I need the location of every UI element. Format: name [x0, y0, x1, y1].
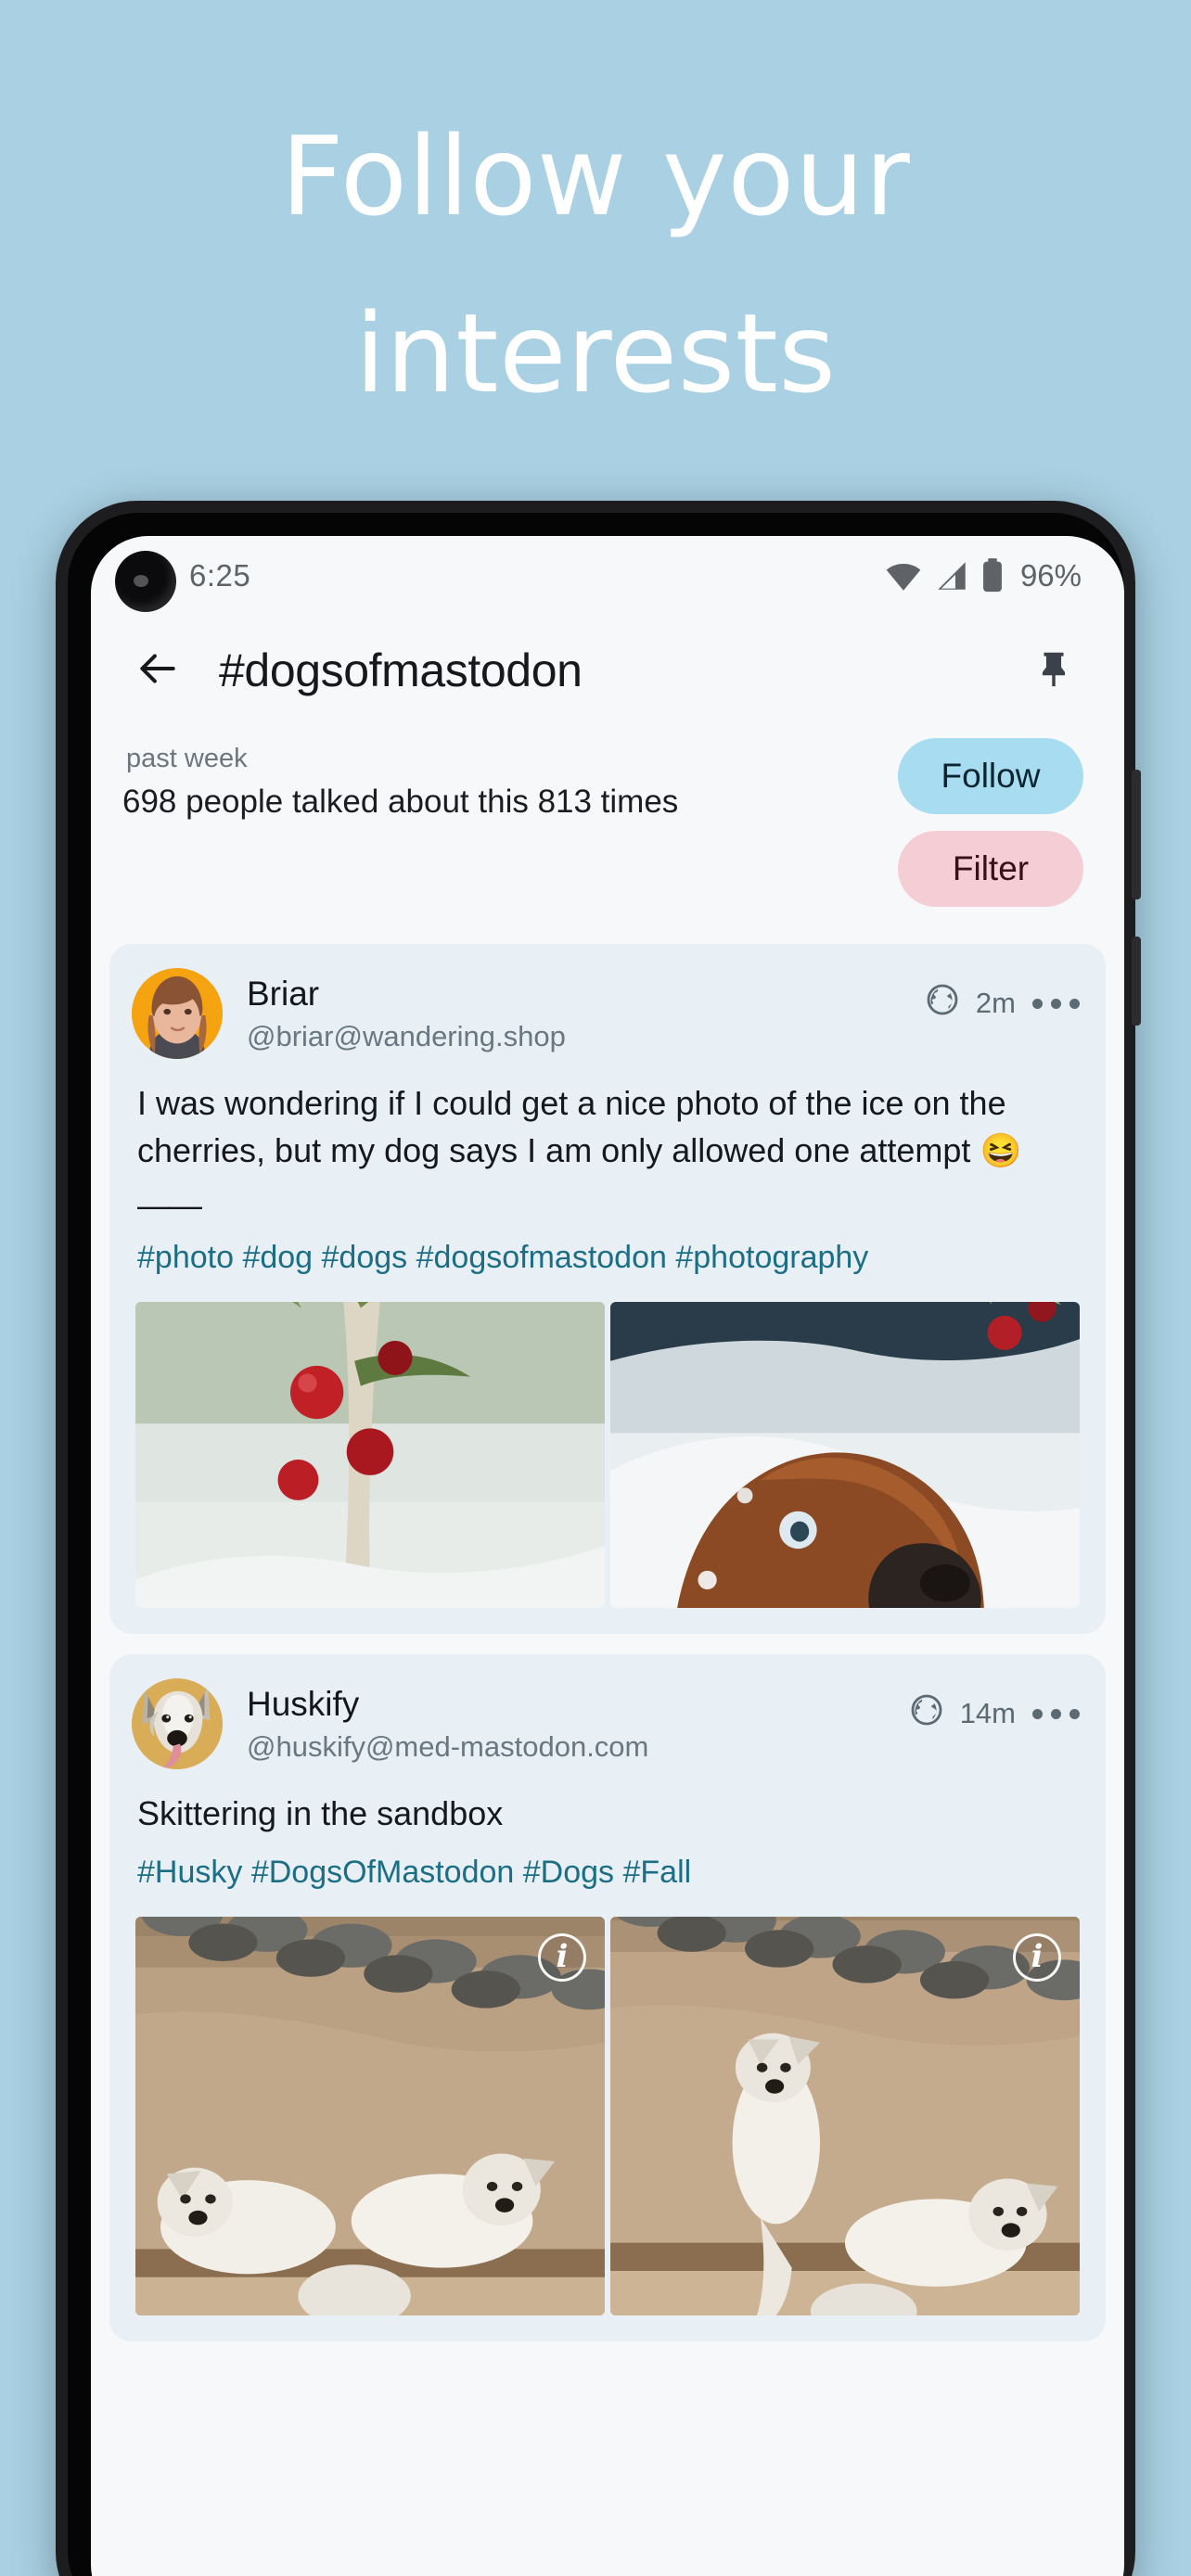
- post-header: Huskify @huskify@med-mastodon.com 14m: [109, 1678, 1106, 1770]
- avatar[interactable]: [132, 1678, 223, 1770]
- post-hashtags[interactable]: #Husky #DogsOfMastodon #Dogs #Fall: [109, 1837, 1106, 1917]
- globe-icon: [926, 983, 959, 1024]
- post-card[interactable]: Briar @briar@wandering.shop 2m I was won…: [109, 944, 1106, 1635]
- hashtag-stats-text: past week 698 people talked about this 8…: [122, 738, 678, 821]
- post-card[interactable]: Huskify @huskify@med-mastodon.com 14m Sk…: [109, 1654, 1106, 2342]
- status-bar-clock: 6:25: [189, 558, 251, 593]
- battery-icon: [981, 558, 1004, 593]
- cellular-signal-icon: [935, 560, 968, 592]
- post-media-item[interactable]: i: [610, 1917, 1080, 2316]
- post-author[interactable]: Briar @briar@wandering.shop: [247, 974, 926, 1053]
- pin-icon: [1032, 647, 1075, 695]
- info-icon: i: [1031, 1938, 1044, 1976]
- page-title: #dogsofmastodon: [219, 644, 583, 696]
- post-hashtags[interactable]: #photo #dog #dogs #dogsofmastodon #photo…: [109, 1222, 1106, 1302]
- promo-line-1: Follow your: [280, 112, 911, 240]
- post-body-text: Skittering in the sandbox: [137, 1794, 504, 1833]
- app-bar: #dogsofmastodon: [91, 616, 1124, 725]
- media-info-badge[interactable]: i: [538, 1933, 586, 1983]
- post-meta: 14m: [910, 1693, 1080, 1754]
- post-separator: ——: [137, 1186, 202, 1225]
- more-options-icon[interactable]: [1032, 1708, 1080, 1719]
- back-arrow-icon: [134, 645, 181, 696]
- battery-percent-label: 96%: [1019, 558, 1082, 593]
- post-body-text: I was wondering if I could get a nice ph…: [137, 1084, 1022, 1170]
- post-display-name: Briar: [247, 974, 320, 1013]
- info-icon: i: [556, 1938, 569, 1976]
- hashtag-stats-section: past week 698 people talked about this 8…: [91, 725, 1124, 944]
- power-button[interactable]: [1132, 937, 1141, 1026]
- phone-device-frame: 6:25 96% #dogsofmastodon past week 698 p…: [56, 501, 1141, 2576]
- hashtag-actions: Follow Filter: [898, 738, 1093, 907]
- wifi-icon: [885, 560, 922, 592]
- filter-button[interactable]: Filter: [898, 831, 1083, 907]
- status-bar-icons: 96%: [885, 558, 1082, 593]
- stats-period-label: past week: [126, 744, 248, 773]
- more-options-icon[interactable]: [1032, 998, 1080, 1009]
- globe-icon: [910, 1693, 943, 1734]
- post-timestamp: 2m: [975, 987, 1016, 1019]
- post-header: Briar @briar@wandering.shop 2m: [109, 968, 1106, 1059]
- post-handle: @huskify@med-mastodon.com: [247, 1730, 649, 1764]
- post-media-item[interactable]: [610, 1302, 1080, 1609]
- post-handle: @briar@wandering.shop: [247, 1020, 566, 1053]
- phone-screen: 6:25 96% #dogsofmastodon past week 698 p…: [91, 536, 1124, 2576]
- pin-button[interactable]: [1015, 631, 1093, 709]
- post-media-row: i i: [109, 1917, 1106, 2341]
- promo-headline: Follow your interests: [0, 88, 1191, 442]
- follow-button[interactable]: Follow: [898, 738, 1083, 814]
- back-button[interactable]: [119, 631, 197, 709]
- post-media-item[interactable]: i: [135, 1917, 605, 2316]
- media-info-badge[interactable]: i: [1013, 1933, 1061, 1983]
- post-media-row: [109, 1302, 1106, 1634]
- timeline-feed[interactable]: Briar @briar@wandering.shop 2m I was won…: [91, 944, 1124, 2342]
- front-camera-punchhole: [115, 551, 176, 612]
- phone-bezel: 6:25 96% #dogsofmastodon past week 698 p…: [68, 513, 1124, 2576]
- post-meta: 2m: [926, 983, 1080, 1044]
- post-author[interactable]: Huskify @huskify@med-mastodon.com: [247, 1684, 910, 1764]
- promo-line-2: interests: [354, 289, 837, 418]
- volume-button[interactable]: [1132, 770, 1141, 899]
- stats-summary-label: 698 people talked about this 813 times: [122, 784, 679, 820]
- post-display-name: Huskify: [247, 1684, 360, 1723]
- post-media-item[interactable]: [135, 1302, 605, 1609]
- post-timestamp: 14m: [959, 1697, 1016, 1730]
- status-bar: 6:25 96%: [91, 536, 1124, 616]
- avatar[interactable]: [132, 968, 223, 1059]
